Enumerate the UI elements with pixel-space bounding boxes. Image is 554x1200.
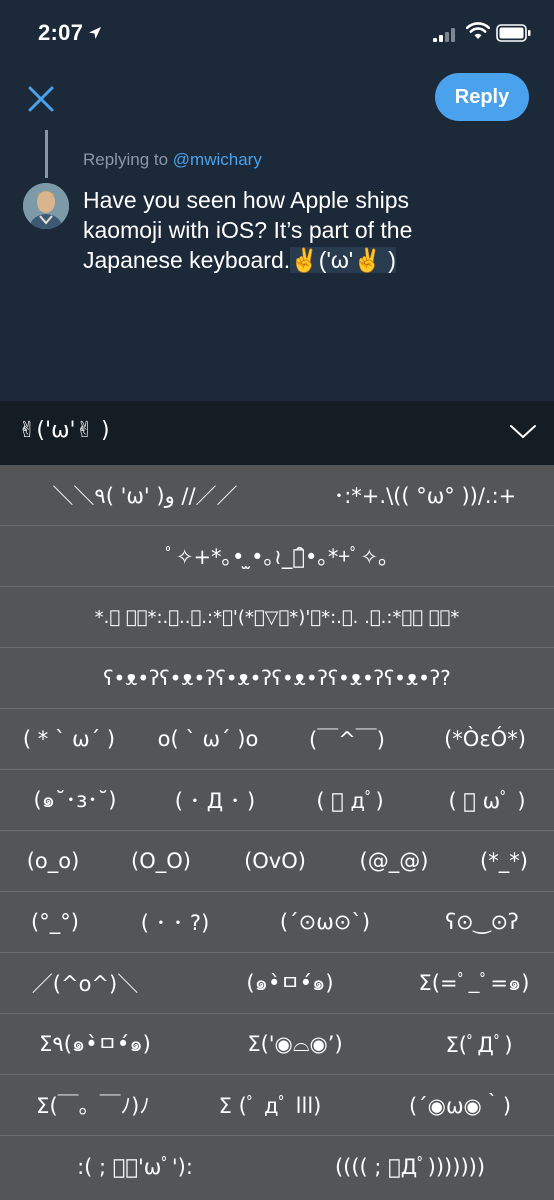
kaomoji-item[interactable]: (o_o): [0, 831, 106, 891]
selected-kaomoji: ✌('ω'✌ ): [290, 247, 396, 273]
candidate-current[interactable]: ✌('ω'✌ ): [18, 418, 110, 443]
kaomoji-row: ／(^o^)＼ (๑•̀ㅁ•́๑) Σ(=ﾟ_ﾟ=๑): [0, 953, 554, 1014]
kaomoji-item[interactable]: Σ('◉⌓◉’): [210, 1014, 380, 1074]
kaomoji-item[interactable]: Σ(ﾟДﾟ): [404, 1014, 554, 1074]
replying-to: Replying to @mwichary: [83, 150, 262, 170]
wifi-icon: [465, 22, 491, 44]
kaomoji-item[interactable]: (OvO): [216, 831, 334, 891]
avatar: [23, 183, 69, 229]
kaomoji-item[interactable]: ( ﾟ дﾟ): [280, 770, 420, 830]
kaomoji-row: *.ﾟ ﾟ･*:.｡..｡.:*･'(*ﾟ▽ﾟ*)'･*:.｡. .｡.:*･ﾟ…: [0, 587, 554, 648]
close-icon: [26, 86, 56, 118]
kaomoji-item[interactable]: Σ(=ﾟ_ﾟ=๑): [394, 953, 554, 1013]
kaomoji-item[interactable]: (O_O): [106, 831, 216, 891]
kaomoji-item[interactable]: ʕ⊙‿⊙ʔ: [410, 892, 554, 952]
kaomoji-item[interactable]: (๑˘･з･˘): [0, 770, 150, 830]
kaomoji-row: (๑˘･з･˘) ( ･ Д ･ ) ( ﾟ дﾟ) ( ﾟ ωﾟ ): [0, 770, 554, 831]
kaomoji-item[interactable]: ･:*+.\(( °ω° ))/.:+: [300, 465, 550, 525]
kaomoji-item[interactable]: ／(^o^)＼: [0, 953, 170, 1013]
kaomoji-item[interactable]: (((( ; ﾟДﾟ))))))): [280, 1136, 540, 1196]
replying-prefix: Replying to: [83, 150, 173, 169]
thread-line: [45, 130, 48, 178]
kaomoji-item[interactable]: (°_°): [0, 892, 110, 952]
kaomoji-row: :( ; ﾞﾟ'ωﾟ'): (((( ; ﾟДﾟ))))))): [0, 1136, 554, 1197]
reply-button[interactable]: Reply: [435, 73, 529, 121]
replying-handle-link[interactable]: @mwichary: [173, 150, 262, 169]
kaomoji-row: (°_°) ( ･ ･ ?) (´⊙ω⊙`) ʕ⊙‿⊙ʔ: [0, 892, 554, 953]
location-arrow-icon: [88, 25, 102, 44]
kaomoji-item[interactable]: :( ; ﾞﾟ'ωﾟ'):: [20, 1136, 250, 1196]
kaomoji-item[interactable]: (￣^￣): [278, 709, 416, 769]
tweet-line: Japanese keyboard.: [83, 247, 291, 273]
kaomoji-item[interactable]: ＼＼٩( 'ω' )و //／／: [10, 465, 280, 525]
kaomoji-item[interactable]: (´⊙ω⊙`): [240, 892, 410, 952]
kaomoji-item[interactable]: Σ(￣。￣ﾉ)ﾉ: [0, 1075, 186, 1135]
tweet-line: kaomoji with iOS? It’s part of the: [83, 217, 413, 243]
battery-icon: [496, 24, 532, 46]
kaomoji-item[interactable]: (@_@): [334, 831, 454, 891]
kaomoji-row: Σ(￣。￣ﾉ)ﾉ Σ (ﾟ дﾟ lll) (´◉ω◉｀): [0, 1075, 554, 1136]
kaomoji-row: (o_o) (O_O) (OvO) (@_@) (*_*): [0, 831, 554, 892]
kaomoji-item[interactable]: ( ･ Д ･ ): [150, 770, 280, 830]
kaomoji-item[interactable]: o( ` ω´ )o: [138, 709, 278, 769]
close-button[interactable]: [26, 84, 56, 114]
kaomoji-item[interactable]: (๑•̀ㅁ•́๑): [200, 953, 380, 1013]
chevron-down-icon[interactable]: [509, 424, 537, 444]
kaomoji-row: ʕ•ᴥ•ʔʕ•ᴥ•ʔʕ•ᴥ•ʔʕ•ᴥ•ʔʕ•ᴥ•ʔʕ•ᴥ•ʔ?: [0, 648, 554, 709]
kaomoji-row: Σ٩(๑•̀ㅁ•́๑) Σ('◉⌓◉’) Σ(ﾟДﾟ): [0, 1014, 554, 1075]
kaomoji-item[interactable]: (*ÒεÓ*): [416, 709, 554, 769]
kaomoji-row: ( * ` ω´ ) o( ` ω´ )o (￣^￣) (*ÒεÓ*): [0, 709, 554, 770]
kaomoji-item[interactable]: ( ﾟ ωﾟ ): [420, 770, 554, 830]
cellular-signal-icon: [433, 27, 459, 46]
kaomoji-row: ﾟ✧+*｡• ̫•｡≀_･̑̑•｡*+ﾟ✧｡: [0, 526, 554, 587]
kaomoji-item[interactable]: (´◉ω◉｀): [366, 1075, 554, 1135]
kaomoji-item[interactable]: (*_*): [454, 831, 554, 891]
tweet-text-input[interactable]: Have you seen how Apple ships kaomoji wi…: [83, 185, 533, 275]
status-time: 2:07: [38, 20, 84, 45]
kaomoji-list: ＼＼٩( 'ω' )و //／／ ･:*+.\(( °ω° ))/.:+ ﾟ✧+…: [0, 465, 554, 1200]
status-bar: 2:07: [0, 0, 554, 68]
kaomoji-row: ＼＼٩( 'ω' )و //／／ ･:*+.\(( °ω° ))/.:+: [0, 465, 554, 526]
kaomoji-item[interactable]: ʕ•ᴥ•ʔʕ•ᴥ•ʔʕ•ᴥ•ʔʕ•ᴥ•ʔʕ•ᴥ•ʔʕ•ᴥ•ʔ?: [0, 648, 554, 708]
kaomoji-item[interactable]: Σ٩(๑•̀ㅁ•́๑): [0, 1014, 190, 1074]
kaomoji-item[interactable]: *.ﾟ ﾟ･*:.｡..｡.:*･'(*ﾟ▽ﾟ*)'･*:.｡. .｡.:*･ﾟ…: [0, 587, 554, 647]
kaomoji-item[interactable]: ﾟ✧+*｡• ̫•｡≀_･̑̑•｡*+ﾟ✧｡: [0, 526, 554, 586]
tweet-line: Have you seen how Apple ships: [83, 187, 410, 213]
kaomoji-item[interactable]: Σ (ﾟ дﾟ lll): [186, 1075, 354, 1135]
kaomoji-item[interactable]: ( ･ ･ ?): [110, 892, 240, 952]
kaomoji-item[interactable]: ( * ` ω´ ): [0, 709, 138, 769]
